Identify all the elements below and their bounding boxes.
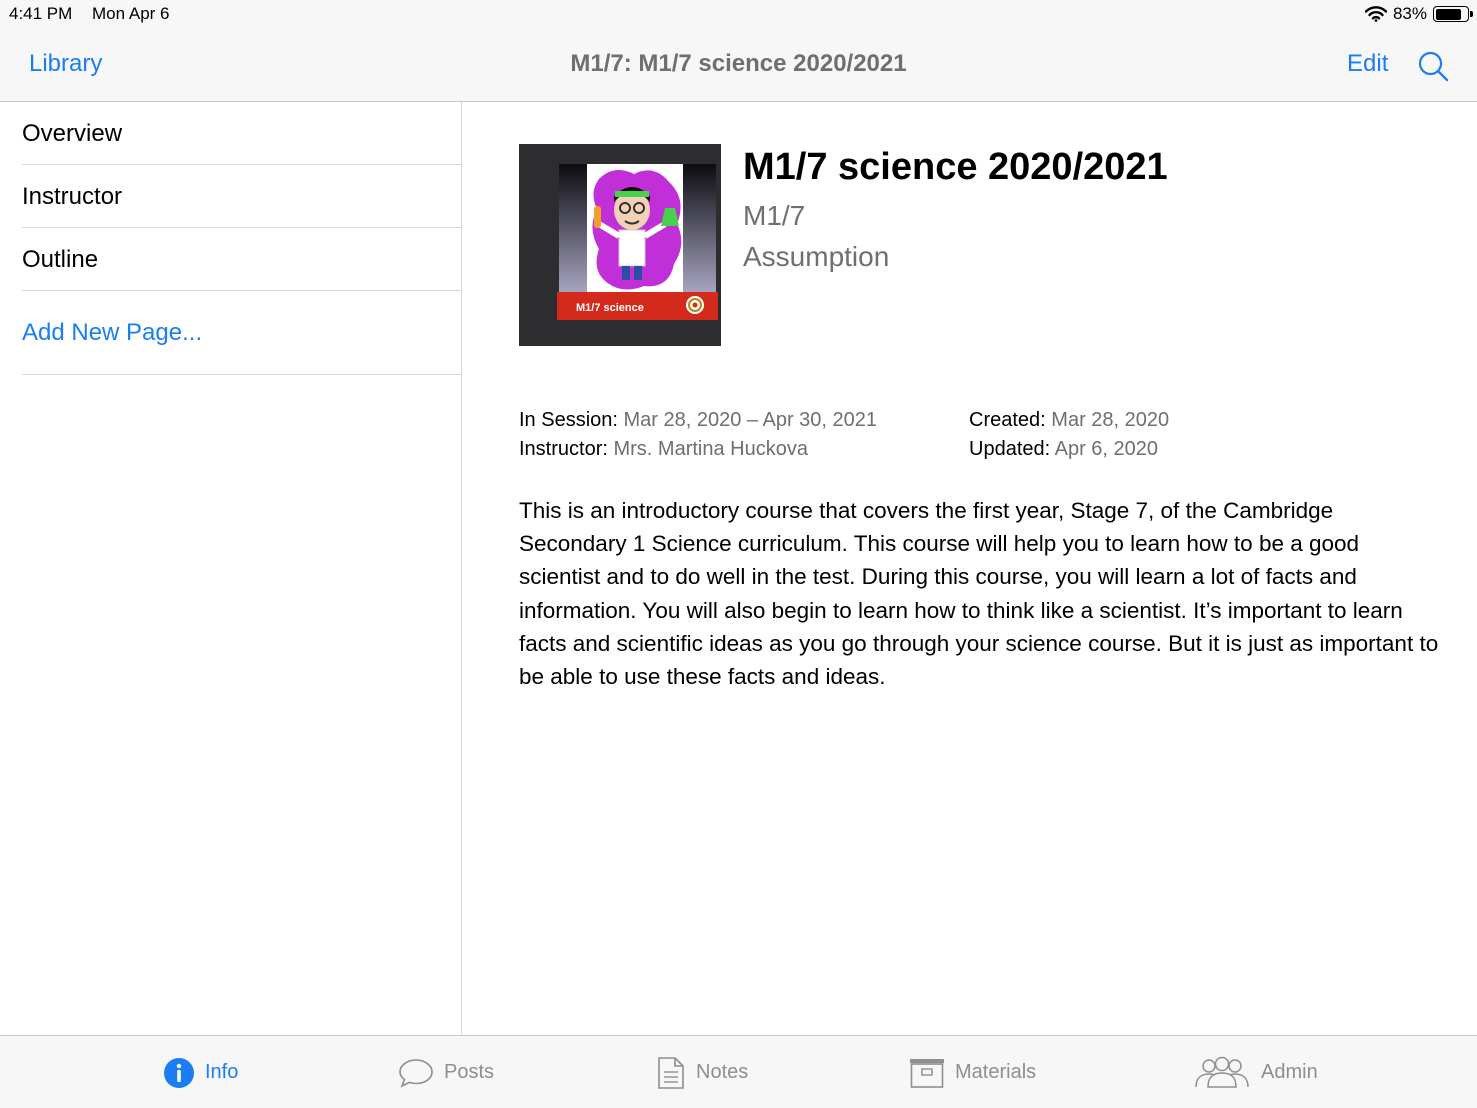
status-indicators: 83% — [1364, 4, 1473, 24]
battery-icon — [1433, 6, 1473, 22]
tab-admin[interactable]: Admin — [1193, 1036, 1318, 1108]
wifi-icon — [1364, 6, 1387, 22]
navigation-bar: M1/7: M1/7 science 2020/2021 Library Edi… — [0, 28, 1477, 102]
updated-value: Apr 6, 2020 — [1054, 438, 1159, 460]
tab-materials[interactable]: Materials — [909, 1036, 1036, 1108]
sidebar-item-overview[interactable]: Overview — [22, 102, 462, 165]
tab-info-label: Info — [205, 1061, 239, 1083]
library-back-button[interactable]: Library — [29, 50, 102, 78]
session-label: In Session: — [519, 409, 618, 431]
status-date: Mon Apr 6 — [92, 4, 170, 23]
course-cover-image: M1/7 science — [519, 144, 721, 346]
add-new-page-button[interactable]: Add New Page... — [22, 291, 462, 375]
edit-button[interactable]: Edit — [1347, 50, 1388, 78]
session-value: Mar 28, 2020 – Apr 30, 2021 — [623, 409, 878, 431]
created-row: Created: Mar 28, 2020 — [969, 406, 1169, 435]
tab-notes[interactable]: Notes — [656, 1036, 748, 1108]
page-title: M1/7: M1/7 science 2020/2021 — [570, 50, 907, 77]
tab-posts-label: Posts — [444, 1061, 495, 1083]
course-description: This is an introductory course that cove… — [519, 498, 1439, 690]
tab-info[interactable]: Info — [163, 1036, 238, 1108]
sidebar-item-outline[interactable]: Outline — [22, 228, 462, 291]
archive-box-icon — [910, 1058, 944, 1088]
status-bar: 4:41 PM Mon Apr 6 83% — [0, 0, 1477, 28]
sidebar-item-instructor[interactable]: Instructor — [22, 165, 462, 228]
updated-label: Updated: — [969, 438, 1051, 460]
info-icon — [164, 1057, 194, 1088]
created-value: Mar 28, 2020 — [1051, 409, 1170, 431]
tab-admin-label: Admin — [1261, 1061, 1318, 1083]
created-label: Created: — [969, 409, 1046, 431]
course-meta-left: In Session: Mar 28, 2020 – Apr 30, 2021 … — [519, 406, 877, 464]
sidebar: Overview Instructor Outline Add New Page… — [0, 102, 462, 1035]
instructor-value: Mrs. Martina Huckova — [613, 438, 808, 460]
session-row: In Session: Mar 28, 2020 – Apr 30, 2021 — [519, 406, 877, 435]
speech-bubble-icon — [399, 1058, 433, 1088]
people-icon — [1195, 1056, 1249, 1088]
updated-row: Updated: Apr 6, 2020 — [969, 435, 1169, 464]
status-time: 4:41 PM — [9, 4, 73, 23]
tab-materials-label: Materials — [955, 1061, 1037, 1083]
instructor-row: Instructor: Mrs. Martina Huckova — [519, 435, 877, 464]
search-icon[interactable] — [1417, 50, 1449, 82]
cover-caption: M1/7 science — [576, 302, 644, 314]
tab-posts[interactable]: Posts — [398, 1036, 494, 1108]
battery-percent: 83% — [1392, 4, 1427, 23]
course-meta-right: Created: Mar 28, 2020 Updated: Apr 6, 20… — [969, 406, 1169, 464]
tab-bar: Info Posts Notes Materials Admin — [0, 1035, 1477, 1108]
course-code: M1/7 — [743, 200, 806, 231]
tab-notes-label: Notes — [696, 1061, 749, 1083]
instructor-label: Instructor: — [519, 438, 608, 460]
course-title: M1/7 science 2020/2021 — [743, 146, 1168, 188]
course-school: Assumption — [743, 241, 890, 272]
document-icon — [658, 1056, 684, 1089]
